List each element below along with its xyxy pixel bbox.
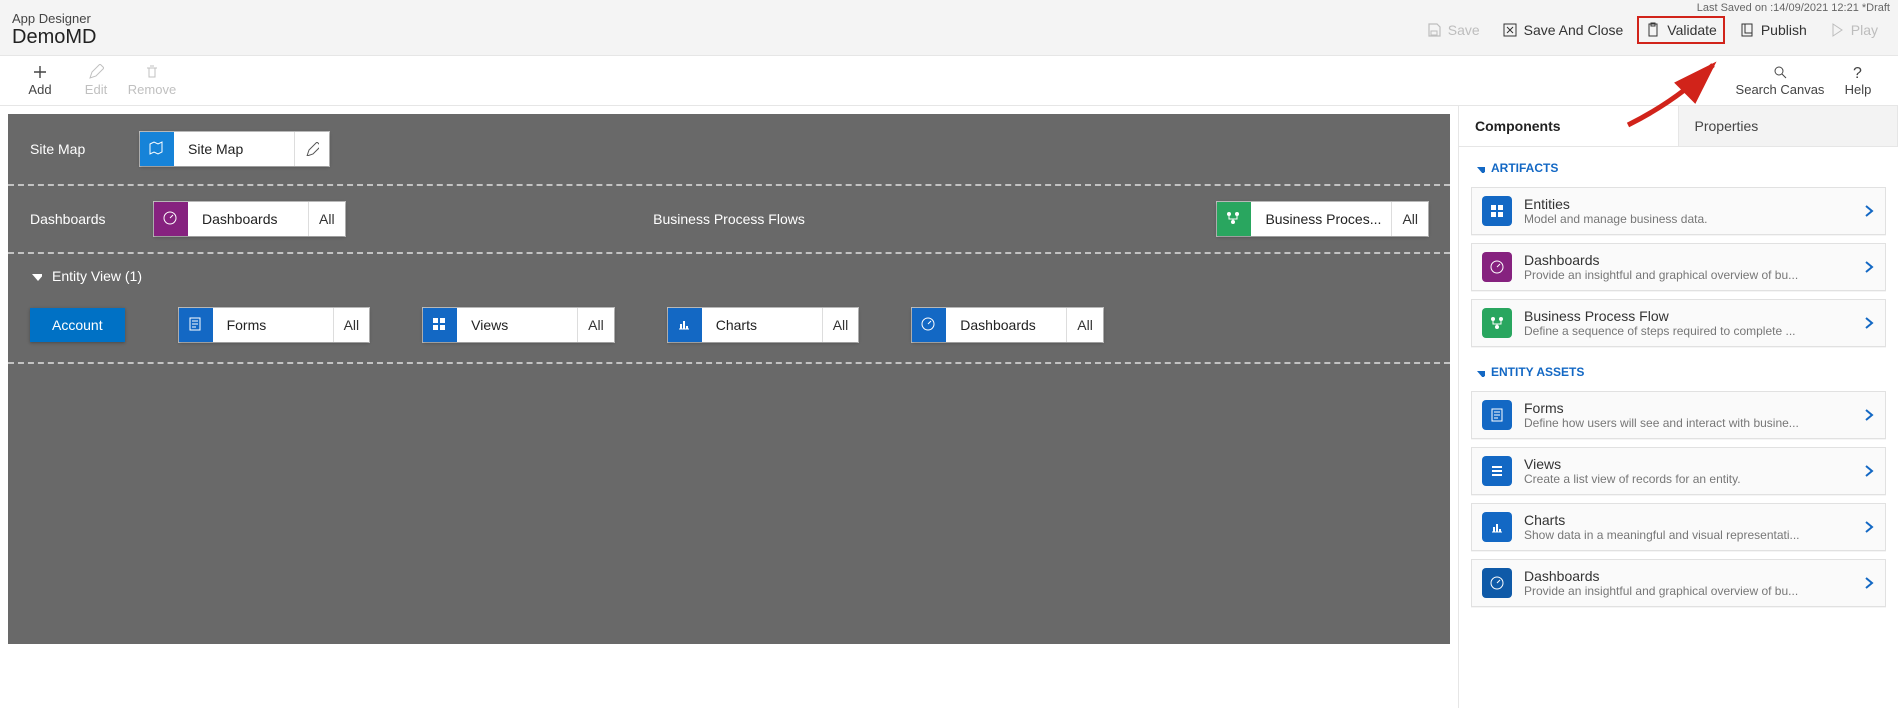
chevron-right-icon [1861, 203, 1875, 220]
publish-icon [1739, 22, 1755, 38]
canvas-empty-area[interactable] [8, 364, 1450, 644]
clipboard-icon [1645, 22, 1661, 38]
bpf-tile[interactable]: Business Proces... All [1217, 202, 1428, 236]
play-button[interactable]: Play [1821, 16, 1886, 44]
triangle-down-icon [30, 270, 42, 282]
sitemap-tile[interactable]: Site Map [140, 132, 329, 166]
sitemap-label: Site Map [30, 141, 140, 157]
search-canvas-button[interactable]: Search Canvas [1730, 64, 1830, 97]
card-entities[interactable]: EntitiesModel and manage business data. [1471, 187, 1886, 235]
dashboard-icon [154, 202, 188, 236]
search-icon [1772, 64, 1788, 80]
chevron-right-icon [1861, 259, 1875, 276]
canvas-inner: Site Map Site Map Dashboards Dashboards … [8, 114, 1450, 644]
bpf-count: All [1391, 202, 1428, 236]
chevron-right-icon [1861, 407, 1875, 424]
row-dashboards: Dashboards Dashboards All Business Proce… [8, 186, 1450, 254]
triangle-down-icon [1475, 163, 1485, 173]
save-and-close-button[interactable]: Save And Close [1494, 16, 1632, 44]
forms-tile[interactable]: Forms All [179, 308, 370, 342]
pencil-icon [305, 142, 319, 156]
chevron-right-icon [1861, 519, 1875, 536]
chevron-right-icon [1861, 463, 1875, 480]
tab-properties[interactable]: Properties [1679, 106, 1898, 146]
form-icon [1482, 400, 1512, 430]
app-title: DemoMD [12, 26, 96, 49]
card-dashboards-asset[interactable]: DashboardsProvide an insightful and grap… [1471, 559, 1886, 607]
main: Site Map Site Map Dashboards Dashboards … [0, 106, 1898, 708]
chevron-right-icon [1861, 315, 1875, 332]
save-close-icon [1502, 22, 1518, 38]
save-icon [1426, 22, 1442, 38]
panel-tabs: Components Properties [1459, 106, 1898, 147]
bpf-label: Business Process Flows [496, 211, 962, 227]
canvas[interactable]: Site Map Site Map Dashboards Dashboards … [0, 106, 1458, 708]
save-button[interactable]: Save [1418, 16, 1488, 44]
dashboard-icon [1482, 568, 1512, 598]
card-dashboards[interactable]: DashboardsProvide an insightful and grap… [1471, 243, 1886, 291]
card-forms[interactable]: FormsDefine how users will see and inter… [1471, 391, 1886, 439]
charts-tile[interactable]: Charts All [668, 308, 859, 342]
card-charts[interactable]: ChartsShow data in a meaningful and visu… [1471, 503, 1886, 551]
dashboard-icon [912, 308, 946, 342]
entity-row-account: Account Forms All Views All Charts All [8, 298, 1450, 364]
help-button[interactable]: Help [1830, 64, 1886, 97]
pencil-icon [88, 64, 104, 80]
entity-chip-account[interactable]: Account [30, 308, 125, 342]
validate-button[interactable]: Validate [1637, 16, 1725, 44]
flow-icon [1217, 202, 1251, 236]
tab-components[interactable]: Components [1459, 106, 1679, 146]
list-icon [1482, 456, 1512, 486]
entity-dashboards-tile[interactable]: Dashboards All [912, 308, 1103, 342]
edit-button[interactable]: Edit [68, 64, 124, 97]
entity-view-header[interactable]: Entity View (1) [8, 254, 1450, 298]
plus-icon [32, 64, 48, 80]
header-bar: App Designer DemoMD Last Saved on :14/09… [0, 0, 1898, 56]
chart-icon [668, 308, 702, 342]
play-icon [1829, 22, 1845, 38]
dashboard-icon [1482, 252, 1512, 282]
grid-icon [1482, 196, 1512, 226]
dashboards-label: Dashboards [30, 211, 140, 227]
side-panel: Components Properties ARTIFACTS Entities… [1458, 106, 1898, 708]
section-entity-assets[interactable]: ENTITY ASSETS [1459, 351, 1898, 387]
dashboards-count: All [308, 202, 345, 236]
add-button[interactable]: Add [12, 64, 68, 97]
card-bpf[interactable]: Business Process FlowDefine a sequence o… [1471, 299, 1886, 347]
chevron-right-icon [1861, 575, 1875, 592]
publish-button[interactable]: Publish [1731, 16, 1815, 44]
app-subtitle: App Designer [12, 11, 96, 26]
section-artifacts[interactable]: ARTIFACTS [1459, 147, 1898, 183]
edit-sitemap-button[interactable] [294, 132, 329, 166]
header-actions: Save Save And Close Validate Publish Pla… [1418, 16, 1886, 44]
chart-icon [1482, 512, 1512, 542]
form-icon [179, 308, 213, 342]
header-left: App Designer DemoMD [12, 11, 96, 49]
flow-icon [1482, 308, 1512, 338]
help-icon [1850, 64, 1866, 80]
dashboards-tile[interactable]: Dashboards All [154, 202, 345, 236]
trash-icon [144, 64, 160, 80]
triangle-down-icon [1475, 367, 1485, 377]
remove-button[interactable]: Remove [124, 64, 180, 97]
map-icon [140, 132, 174, 166]
views-tile[interactable]: Views All [423, 308, 614, 342]
toolbar: Add Edit Remove Search Canvas Help [0, 56, 1898, 106]
row-sitemap: Site Map Site Map [8, 114, 1450, 186]
card-views[interactable]: ViewsCreate a list view of records for a… [1471, 447, 1886, 495]
grid-icon [423, 308, 457, 342]
last-saved-label: Last Saved on :14/09/2021 12:21 *Draft [1697, 2, 1890, 14]
